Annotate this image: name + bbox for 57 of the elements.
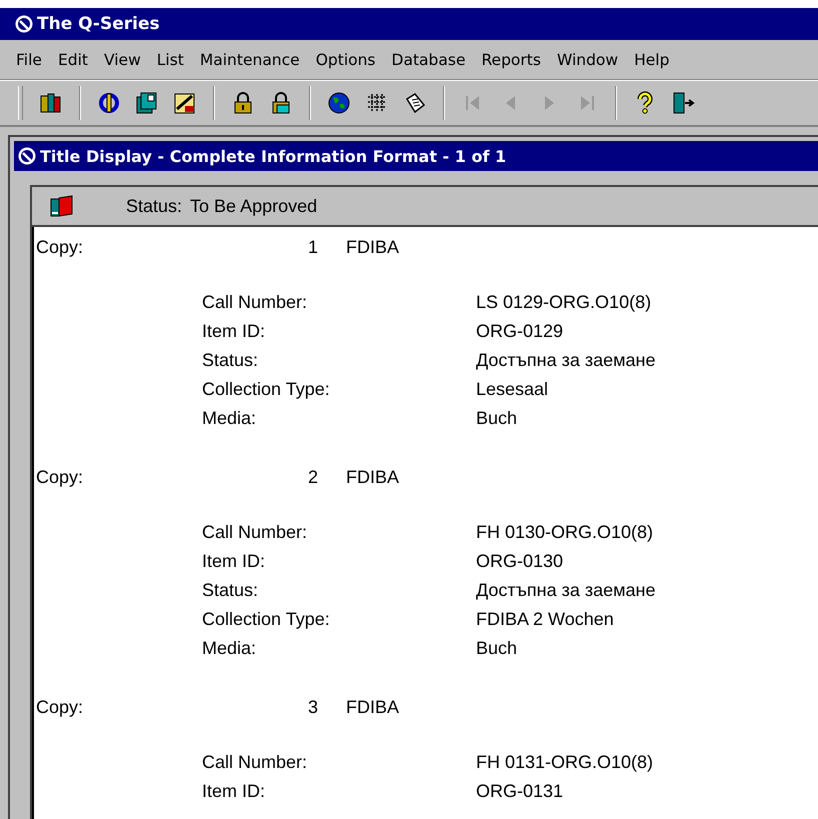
field-label: Collection Type: bbox=[202, 378, 331, 401]
field-label: Item ID: bbox=[202, 780, 266, 803]
note-icon bbox=[403, 91, 427, 115]
field-value: ORG-0129 bbox=[476, 320, 564, 343]
copy-location: FDIBA bbox=[346, 236, 400, 259]
field-value: Lesesaal bbox=[476, 378, 550, 401]
field-label: Status: bbox=[202, 579, 260, 602]
field-label: Media: bbox=[202, 407, 258, 430]
note-edit-icon bbox=[173, 91, 197, 115]
menu-item[interactable]: File bbox=[16, 50, 42, 68]
menu-item[interactable]: Options bbox=[316, 50, 376, 68]
copy-label: Copy: bbox=[36, 236, 84, 259]
field-label: Item ID: bbox=[202, 320, 266, 343]
child-window-title: Title Display - Complete Information Format - 1 of 1 bbox=[40, 146, 506, 166]
menu-item[interactable]: Maintenance bbox=[200, 50, 300, 68]
field-value: FH 0130-ORG.O10(8) bbox=[476, 521, 654, 544]
field-value: Buch bbox=[476, 407, 518, 430]
copy-label: Copy: bbox=[36, 466, 84, 489]
menu-item[interactable]: List bbox=[156, 50, 184, 68]
app-logo-icon bbox=[14, 14, 34, 34]
field-value: ORG-0131 bbox=[476, 780, 564, 803]
sync-icon bbox=[97, 91, 121, 115]
field-label: Collection Type: bbox=[202, 608, 331, 631]
exit-door-icon bbox=[671, 91, 695, 115]
status-label: Status: bbox=[126, 196, 182, 216]
field-label: Call Number: bbox=[202, 521, 308, 544]
field-value: LS 0129-ORG.O10(8) bbox=[476, 291, 652, 314]
menu-item[interactable]: Edit bbox=[58, 50, 88, 68]
copy-number: 1 bbox=[308, 236, 320, 259]
copy-number: 3 bbox=[308, 696, 320, 719]
globe-icon bbox=[327, 91, 351, 115]
window-title: The Q-Series bbox=[37, 14, 160, 34]
field-label: Status: bbox=[202, 349, 260, 372]
status-value: To Be Approved bbox=[190, 196, 318, 216]
books-icon bbox=[39, 91, 63, 115]
field-value: ORG-0130 bbox=[476, 550, 564, 573]
field-value: Достъпна за заемане bbox=[476, 349, 656, 372]
field-label: Call Number: bbox=[202, 291, 308, 314]
pages-icon bbox=[135, 91, 159, 115]
copy-location: FDIBA bbox=[346, 696, 400, 719]
field-label: Media: bbox=[202, 637, 258, 660]
field-value: FH 0131-ORG.O10(8) bbox=[476, 751, 654, 774]
menu-item[interactable]: Reports bbox=[481, 50, 541, 68]
app-logo-icon bbox=[17, 146, 37, 166]
field-label: Call Number: bbox=[202, 751, 308, 774]
copy-location: FDIBA bbox=[346, 466, 400, 489]
menu-item[interactable]: Help bbox=[634, 50, 670, 68]
copy-label: Copy: bbox=[36, 696, 84, 719]
menu-item[interactable]: Window bbox=[556, 50, 618, 68]
field-value: Buch bbox=[476, 637, 518, 660]
field-value: Достъпна за заемане bbox=[476, 579, 656, 602]
field-label: Item ID: bbox=[202, 550, 266, 573]
menu-item[interactable]: Database bbox=[392, 50, 466, 68]
book-icon bbox=[50, 194, 74, 218]
menu-item[interactable]: View bbox=[104, 50, 141, 68]
field-value: FDIBA 2 Wochen bbox=[476, 608, 615, 631]
copy-number: 2 bbox=[308, 466, 320, 489]
